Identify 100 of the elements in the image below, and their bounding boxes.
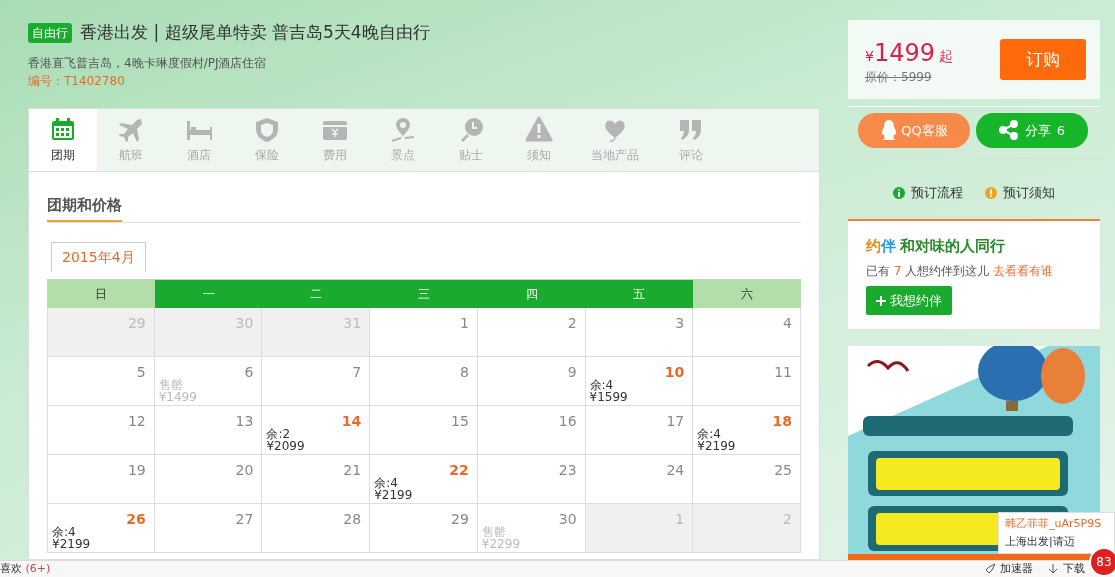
day-number: 24 xyxy=(666,461,685,480)
day-number: 21 xyxy=(343,461,362,480)
day-number: 13 xyxy=(235,412,254,431)
qq-service-button[interactable]: QQ客服 xyxy=(858,112,970,148)
status-bar-item[interactable]: 下载 xyxy=(1047,560,1085,577)
day-price: ¥2199 xyxy=(374,489,413,501)
price: 1499 xyxy=(873,39,935,68)
day-number: 18 xyxy=(772,412,792,431)
tab[interactable]: 须知 xyxy=(505,108,573,171)
share-button[interactable]: 分享 6 xyxy=(976,112,1088,148)
shield-icon xyxy=(253,115,281,144)
day-price: ¥2299 xyxy=(481,538,521,550)
weekday-header: 一 xyxy=(154,280,263,308)
currency-symbol: ¥ xyxy=(865,48,874,65)
sold-out-label: 售罄 xyxy=(481,526,506,538)
weekday-header: 日 xyxy=(47,280,155,308)
product-code: 编号：T1402780 xyxy=(28,72,126,90)
day-number: 16 xyxy=(558,412,577,431)
booking-link[interactable]: 预订流程 xyxy=(893,182,963,203)
month-tab[interactable]: 2015年4月 xyxy=(51,242,146,272)
day-number: 23 xyxy=(558,461,577,480)
booking-link[interactable]: 预订须知 xyxy=(985,182,1055,203)
seats-left: 余:4 xyxy=(697,428,721,440)
companion-text: 已有 7 人想约伴到这儿 去看看有谁 xyxy=(866,262,1055,280)
product-title: 香港出发 | 超级尾单特卖 普吉岛5天4晚自由行 xyxy=(80,21,430,44)
product-subtitle: 香港直飞普吉岛，4晚卡琳度假村/PJ酒店住宿 xyxy=(28,54,268,72)
day-number: 2 xyxy=(567,314,577,333)
day-number: 27 xyxy=(235,510,254,529)
section-title: 团期和价格 xyxy=(47,193,122,222)
day-number: 14 xyxy=(341,412,362,431)
tab[interactable]: 酒店 xyxy=(165,108,233,171)
day-price: ¥1499 xyxy=(158,391,197,403)
weekday-header: 六 xyxy=(693,280,801,308)
calendar-day[interactable]: 14 余:2 ¥2099 xyxy=(262,406,371,455)
tab[interactable]: 保险 xyxy=(233,108,301,171)
tab[interactable]: 景点 xyxy=(369,108,437,171)
calendar-day[interactable]: 18 余:4 ¥2199 xyxy=(693,406,801,455)
day-number: 8 xyxy=(459,363,469,382)
companion-title: 和对味的人同行 xyxy=(900,236,1005,258)
tab[interactable]: 评论 xyxy=(657,108,725,171)
warning-icon xyxy=(525,115,553,144)
share-icon xyxy=(998,120,1019,141)
weekday-header: 二 xyxy=(262,280,371,308)
day-number: 29 xyxy=(451,510,469,529)
map-pin-icon xyxy=(389,115,417,144)
weekday-header: 五 xyxy=(585,280,694,308)
calendar-day[interactable]: 10 余:4 ¥1599 xyxy=(585,357,694,406)
notification-badge[interactable]: 83 xyxy=(1089,547,1115,577)
companion-logo: 约伴 xyxy=(866,236,896,258)
popup-username: 韩乙菲菲_uAr5P9S xyxy=(1005,516,1103,532)
tag-badge: 自由行 xyxy=(28,22,72,43)
day-number: 1 xyxy=(459,314,469,333)
day-number: 15 xyxy=(451,412,469,431)
calendar-day[interactable]: 22 余:4 ¥2199 xyxy=(370,455,478,504)
seats-left: 余:4 xyxy=(589,379,614,391)
tab[interactable]: 贴士 xyxy=(437,108,505,171)
day-number: 19 xyxy=(127,461,146,480)
order-button[interactable]: 订购 xyxy=(1000,38,1086,80)
day-price: ¥2099 xyxy=(266,440,305,452)
exclamation-icon xyxy=(985,186,997,199)
day-number: 12 xyxy=(127,412,146,431)
tab[interactable]: 当地产品 xyxy=(573,108,657,171)
original-price: 原价：5999 xyxy=(865,71,933,84)
sold-out-label: 售罄 xyxy=(158,379,183,391)
day-number: 28 xyxy=(343,510,362,529)
day-number: 20 xyxy=(235,461,254,480)
seats-left: 余:2 xyxy=(266,428,291,440)
join-button[interactable]: 我想约伴 xyxy=(866,285,952,316)
popup-message: 上海出发|请迈 xyxy=(1005,534,1076,550)
day-number: 9 xyxy=(567,363,577,382)
day-number: 25 xyxy=(774,461,792,480)
day-number: 11 xyxy=(774,363,792,382)
day-price: ¥2199 xyxy=(697,440,736,452)
download-icon xyxy=(1047,563,1059,575)
penguin-icon xyxy=(880,119,899,142)
day-number: 5 xyxy=(136,363,146,382)
notification-popup[interactable]: 韩乙菲菲_uAr5P9S 上海出发|请迈 xyxy=(998,512,1115,554)
status-bar-item[interactable]: 加速器 xyxy=(984,560,1033,577)
seats-left: 余:4 xyxy=(52,526,76,538)
day-number: 3 xyxy=(675,314,685,333)
day-number: 22 xyxy=(449,461,469,480)
weekday-header: 三 xyxy=(370,280,478,308)
tab[interactable]: 航班 xyxy=(97,108,165,171)
likes-label[interactable]: 喜欢 (6+) xyxy=(0,560,51,577)
day-number: 17 xyxy=(666,412,685,431)
tab[interactable]: 团期 xyxy=(29,108,97,171)
companion-link[interactable]: 去看看有谁 xyxy=(993,263,1054,278)
tab[interactable]: 费用 xyxy=(301,108,369,171)
plus-icon xyxy=(876,295,886,306)
day-number: 4 xyxy=(783,314,792,333)
info-icon xyxy=(893,186,905,199)
day-number: 10 xyxy=(664,363,685,382)
weekday-header: 四 xyxy=(477,280,586,308)
seats-left: 余:4 xyxy=(374,477,398,489)
day-price: ¥1599 xyxy=(589,391,628,403)
day-price: ¥2199 xyxy=(52,538,91,550)
calendar-day[interactable]: 26 余:4 ¥2199 xyxy=(47,504,155,553)
price-suffix: 起 xyxy=(938,48,953,65)
day-number: 7 xyxy=(352,363,362,382)
day-number: 6 xyxy=(244,363,254,382)
